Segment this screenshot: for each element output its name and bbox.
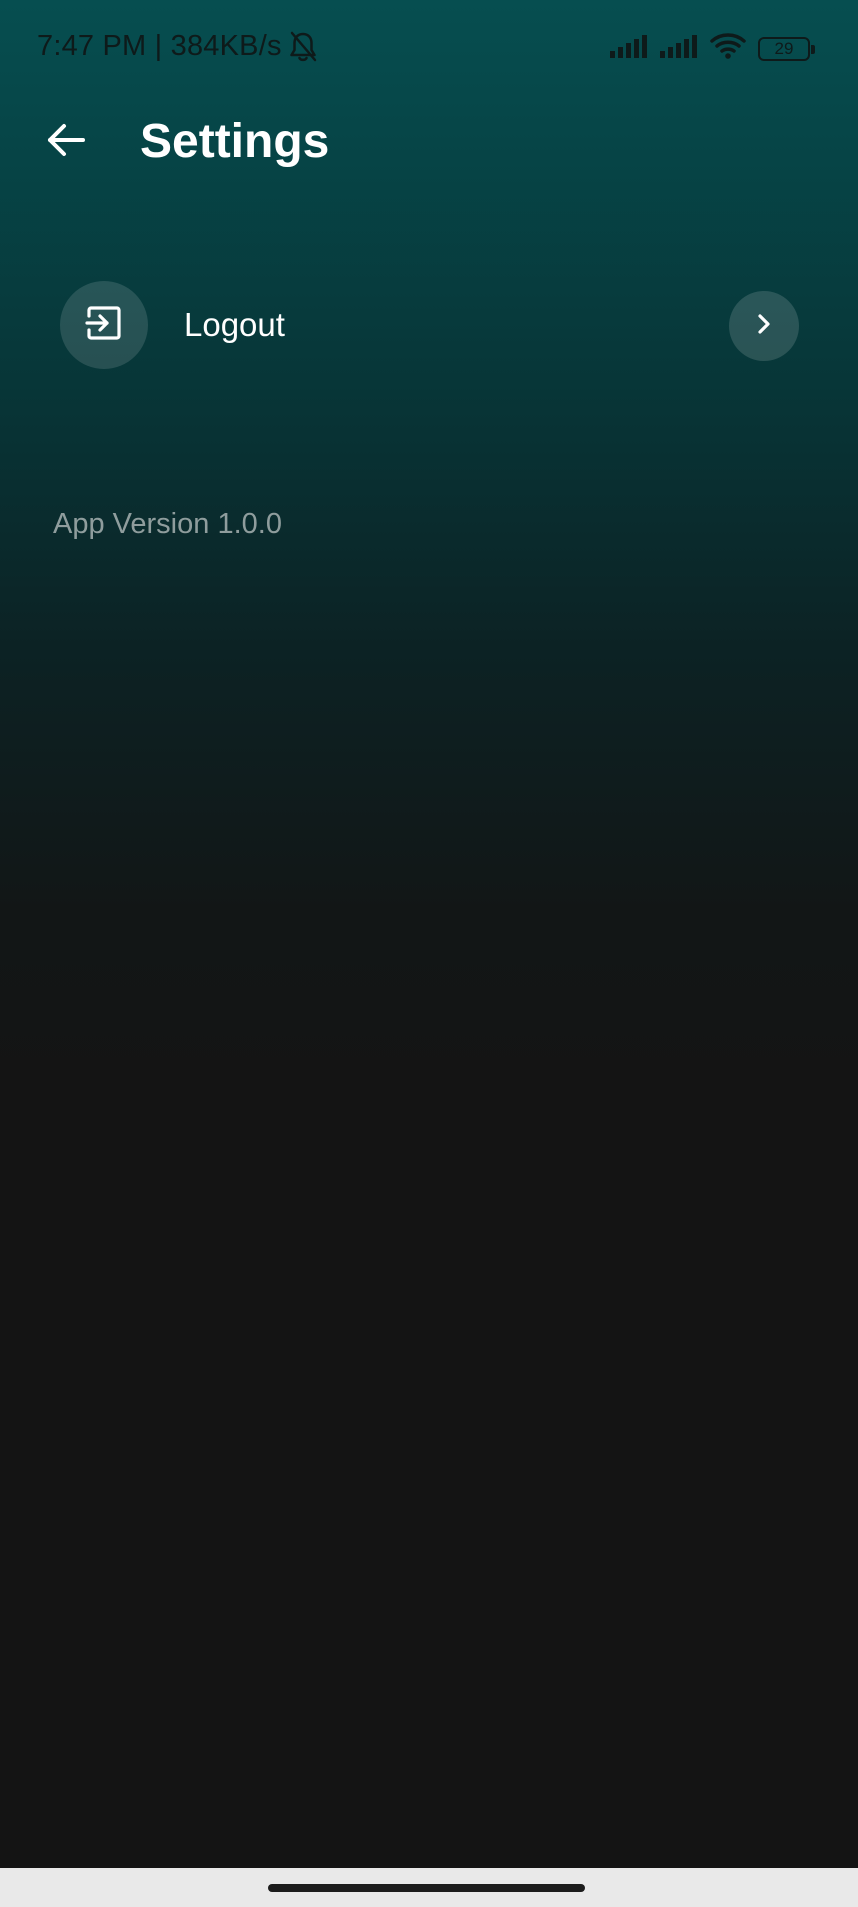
battery-level: 29 — [774, 38, 794, 58]
settings-item-label: Logout — [184, 306, 285, 343]
signal-icon — [610, 34, 648, 63]
home-indicator[interactable] — [268, 1884, 585, 1892]
status-bar: 7:47 PM | 384KB/s 29 — [0, 0, 858, 96]
settings-item-logout[interactable]: Logout — [60, 280, 800, 370]
status-left: 7:47 PM | 384KB/s — [37, 30, 318, 63]
wifi-icon — [710, 32, 746, 65]
bell-off-icon — [288, 31, 318, 63]
arrow-left-icon — [46, 122, 86, 163]
logout-icon-container — [60, 281, 148, 369]
back-button[interactable] — [38, 114, 94, 170]
system-nav-bar — [0, 1868, 858, 1907]
page-title: Settings — [140, 115, 330, 168]
app-bar: Settings — [0, 100, 858, 184]
app-version-text: App Version 1.0.0 — [53, 508, 282, 540]
settings-screen: 7:47 PM | 384KB/s 29 Settings Logout App… — [0, 0, 858, 1907]
signal-icon — [660, 34, 698, 63]
chevron-button[interactable] — [729, 291, 799, 361]
status-right: 29 — [610, 32, 815, 65]
battery-icon: 29 — [758, 36, 815, 61]
chevron-right-icon — [756, 313, 772, 340]
logout-icon — [85, 304, 123, 347]
status-time-speed: 7:47 PM | 384KB/s — [37, 30, 282, 62]
